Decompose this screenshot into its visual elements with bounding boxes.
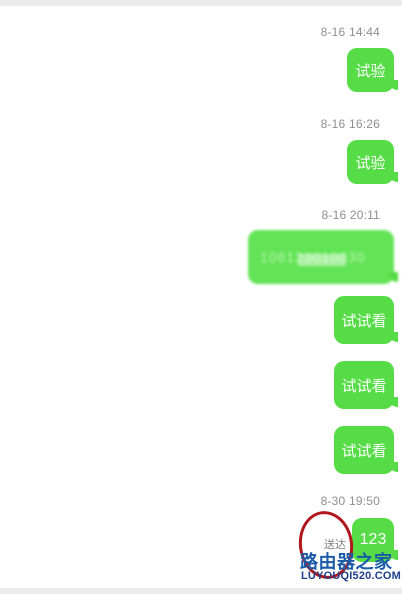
- message-text: 试验: [355, 154, 386, 172]
- message-text: 123: [359, 531, 387, 548]
- message-text: 试试看: [341, 377, 387, 395]
- watermark-logo: 路由器之家 LUYOUQI520.COM: [300, 548, 401, 588]
- timestamp: 8-16 16:26: [320, 117, 380, 131]
- message-text: 试试看: [341, 312, 387, 330]
- timestamp: 8-16 14:44: [320, 25, 380, 39]
- message-bubble[interactable]: 试试看: [334, 426, 398, 474]
- message-text: 试试看: [341, 442, 387, 460]
- blur-patch: [298, 254, 346, 266]
- message-bubble[interactable]: 试试看: [334, 296, 398, 344]
- top-border: [0, 0, 402, 6]
- message-bubble[interactable]: 试验: [347, 140, 398, 184]
- timestamp: 8-30 19:50: [320, 494, 380, 508]
- message-bubble[interactable]: 试验: [347, 48, 398, 92]
- message-bubble-blurred[interactable]: 106123010030: [248, 230, 398, 284]
- watermark-en: LUYOUQI520.COM: [301, 570, 401, 582]
- message-text: 试验: [355, 62, 386, 80]
- bottom-border: [0, 588, 402, 594]
- message-bubble[interactable]: 试试看: [334, 361, 398, 409]
- timestamp: 8-16 20:11: [321, 208, 380, 222]
